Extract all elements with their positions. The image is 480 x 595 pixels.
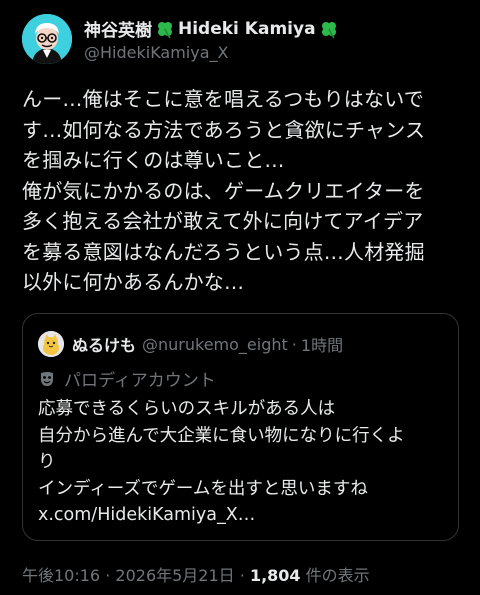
view-count: 1,804 bbox=[249, 566, 301, 585]
parody-badge-row: パロディアカウント bbox=[38, 366, 216, 391]
tweet-time[interactable]: 午後10:16 bbox=[22, 566, 100, 585]
quoted-avatar-icon bbox=[38, 331, 64, 357]
quoted-author-name[interactable]: ぬるけも bbox=[72, 332, 136, 356]
author-name-row[interactable]: 神谷英樹 Hideki Kamiya bbox=[84, 16, 342, 41]
quoted-tweet-header: ぬるけも @nurukemo_eight · 1時間 bbox=[38, 331, 343, 357]
tweet-meta: 午後10:16 · 2026年5月21日 · 1,804 件の表示 bbox=[22, 562, 370, 586]
author-name-en[interactable]: Hideki Kamiya bbox=[178, 19, 316, 39]
quoted-author-avatar[interactable] bbox=[38, 331, 64, 357]
author-handle[interactable]: @HidekiKamiya_X bbox=[84, 43, 228, 62]
parody-account-label: パロディアカウント bbox=[64, 371, 216, 391]
quoted-author-handle[interactable]: @nurukemo_eight bbox=[142, 335, 288, 354]
four-leaf-clover-icon bbox=[319, 19, 339, 39]
quoted-tweet-time[interactable]: 1時間 bbox=[301, 332, 343, 356]
cartoon-face-avatar-icon bbox=[22, 14, 72, 64]
separator-dot: · bbox=[105, 566, 111, 585]
tweet-date[interactable]: 2026年5月21日 bbox=[115, 566, 234, 585]
tweet-text: んー…俺はそこに意を唱えるつもりはないで す…如何なる方法であろうと貪欲にチャン… bbox=[22, 87, 426, 294]
separator-dot: · bbox=[291, 334, 297, 354]
tweet-header: 神谷英樹 Hideki Kamiya @HidekiKamiya_X bbox=[22, 12, 462, 68]
quoted-tweet[interactable]: ぬるけも @nurukemo_eight · 1時間 パロディアカウント 応募で… bbox=[22, 313, 459, 541]
separator-dot: · bbox=[239, 566, 245, 585]
author-name-jp[interactable]: 神谷英樹 bbox=[84, 16, 152, 41]
quoted-tweet-text: 応募できるくらいのスキルがある人は 自分から進んで大企業に食い物になりに行くよ … bbox=[38, 399, 405, 525]
theater-mask-icon bbox=[38, 370, 56, 388]
four-leaf-clover-icon bbox=[155, 19, 175, 39]
author-avatar[interactable] bbox=[22, 14, 72, 64]
view-count-label: 件の表示 bbox=[305, 566, 370, 585]
